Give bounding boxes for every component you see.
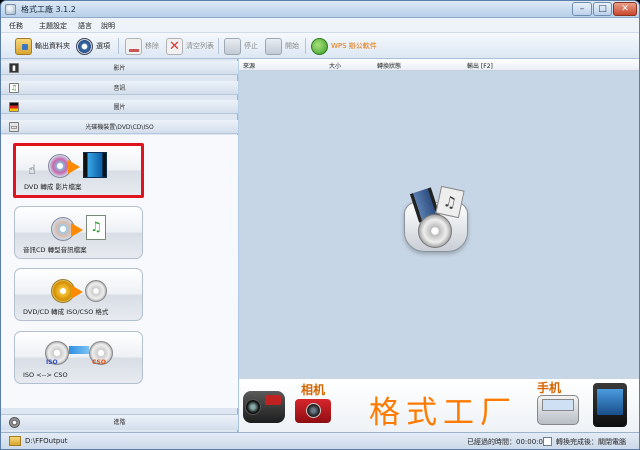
camera-label: 相机: [301, 383, 326, 397]
output-folder-label: 輸出資料夾: [35, 42, 70, 50]
task-table-header: 來源 大小 轉換狀態 輸出 [F2]: [239, 59, 639, 71]
tile-dvd-to-iso-label: DVD/CD 轉成 ISO/CSO 格式: [23, 308, 109, 316]
menu-bar: 任務 主題設定 語言 說明: [1, 18, 639, 33]
start-icon: [265, 37, 282, 55]
menu-theme[interactable]: 主題設定: [39, 21, 67, 31]
tile-cd-to-audio-label: 音訊CD 轉型音訊檔案: [23, 246, 87, 254]
start-label: 開始: [285, 42, 299, 50]
toolbar: 輸出資料夾 選項 移除 ✕ 清空列表 停止 開始 WPS 辦公軟件: [1, 33, 639, 59]
category-image-label: 圖片: [113, 104, 126, 111]
banner-title: 格式工厂: [369, 395, 517, 431]
toolbar-separator: [218, 38, 219, 54]
category-disc[interactable]: ▭ 光碟機裝置\DVD\CD\ISO: [1, 120, 238, 134]
col-status[interactable]: 轉換狀態: [377, 61, 401, 70]
promo-banner: 相机 格式工厂 手机: [239, 379, 639, 432]
remove-doc-icon: [125, 37, 142, 55]
task-panel: 來源 大小 轉換狀態 輸出 [F2] ♫ 相机 格式工厂 手机: [239, 59, 639, 432]
phone-icon: [537, 395, 579, 425]
window-title: 格式工廠 3.1.2: [21, 5, 76, 14]
tile-dvd-to-iso[interactable]: DVD/CD 轉成 ISO/CSO 格式: [14, 268, 143, 321]
category-advanced[interactable]: 進階: [1, 414, 238, 430]
format-factory-logo-icon: ♫: [400, 184, 472, 256]
task-list[interactable]: ♫: [239, 71, 639, 379]
col-output[interactable]: 輸出 [F2]: [467, 61, 493, 70]
tile-dvd-to-video[interactable]: ☝ DVD 轉成 影片檔案: [13, 143, 144, 198]
close-button[interactable]: ✕: [613, 2, 637, 16]
options-label: 選項: [96, 42, 110, 50]
remove-button[interactable]: 移除: [125, 36, 159, 56]
dvd-to-video-icon: [48, 150, 110, 180]
app-logo-icon: [5, 4, 16, 15]
category-video[interactable]: ▮ 影片: [1, 61, 238, 75]
tile-iso-cso-label: ISO <--> CSO: [23, 371, 68, 379]
category-audio[interactable]: ♫ 音訊: [1, 81, 238, 95]
options-button[interactable]: 選項: [76, 36, 110, 56]
wps-office-label: WPS 辦公軟件: [331, 42, 377, 50]
wps-logo-icon: [311, 37, 328, 55]
tile-cd-to-audio[interactable]: ♫ 音訊CD 轉型音訊檔案: [14, 206, 143, 259]
pointer-hand-icon: ☝: [28, 163, 36, 178]
options-gear-icon: [76, 37, 93, 55]
tile-iso-cso[interactable]: ISO CSO ISO <--> CSO: [14, 331, 143, 384]
tile-dvd-to-video-label: DVD 轉成 影片檔案: [24, 183, 82, 191]
menu-language[interactable]: 語言: [78, 21, 92, 31]
category-audio-label: 音訊: [113, 85, 126, 92]
category-advanced-label: 進階: [113, 419, 126, 426]
phone-label: 手机: [537, 381, 562, 395]
folder-icon: [15, 37, 32, 55]
category-disc-label: 光碟機裝置\DVD\CD\ISO: [85, 124, 154, 131]
app-window: 格式工廠 3.1.2 – □ ✕ 任務 主題設定 語言 說明 輸出資料夾 選項 …: [0, 0, 640, 450]
output-folder-icon: [9, 436, 21, 446]
remove-label: 移除: [145, 42, 159, 50]
start-button[interactable]: 開始: [265, 36, 299, 56]
category-image[interactable]: 圖片: [1, 100, 238, 114]
title-bar: 格式工廠 3.1.2 – □ ✕: [1, 1, 639, 18]
stop-button[interactable]: 停止: [224, 36, 258, 56]
after-convert-checkbox[interactable]: [543, 437, 552, 446]
clear-list-icon: ✕: [166, 37, 183, 55]
stop-icon: [224, 37, 241, 55]
output-path[interactable]: D:\FFOutput: [25, 437, 67, 445]
after-convert-label: 轉換完成後：關閉電腦: [556, 438, 626, 446]
status-bar: D:\FFOutput 已經過的時間：00:00:00 轉換完成後：關閉電腦: [1, 432, 639, 449]
dvd-to-iso-icon: [51, 275, 113, 305]
menu-task[interactable]: 任務: [9, 21, 23, 31]
output-folder-button[interactable]: 輸出資料夾: [15, 36, 70, 56]
clear-list-label: 清空列表: [186, 42, 214, 50]
col-size[interactable]: 大小: [329, 61, 341, 70]
maximize-button[interactable]: □: [593, 2, 612, 16]
iso-cso-convert-icon: ISO CSO: [45, 338, 115, 368]
smartphone-icon: [593, 383, 627, 427]
toolbar-separator: [305, 38, 306, 54]
menu-help[interactable]: 說明: [101, 21, 115, 31]
left-panel: ▮ 影片 ♫ 音訊 圖片 ▭ 光碟機裝置\DVD\CD\ISO ☝ DVD 轉成…: [1, 59, 238, 432]
camcorder-icon: [243, 391, 285, 423]
stop-label: 停止: [244, 42, 258, 50]
col-source[interactable]: 來源: [243, 61, 255, 70]
wps-office-button[interactable]: WPS 辦公軟件: [311, 36, 377, 56]
camera-icon: [295, 399, 331, 423]
clear-list-button[interactable]: ✕ 清空列表: [166, 36, 214, 56]
elapsed-time: 已經過的時間：00:00:00: [467, 438, 548, 446]
minimize-button[interactable]: –: [572, 2, 592, 16]
category-video-label: 影片: [113, 65, 126, 72]
cd-to-audio-icon: ♫: [51, 213, 113, 243]
tool-list: ☝ DVD 轉成 影片檔案 ♫ 音訊CD 轉型音訊檔案 DVD/CD 轉成 IS…: [1, 135, 238, 408]
toolbar-separator: [118, 38, 119, 54]
